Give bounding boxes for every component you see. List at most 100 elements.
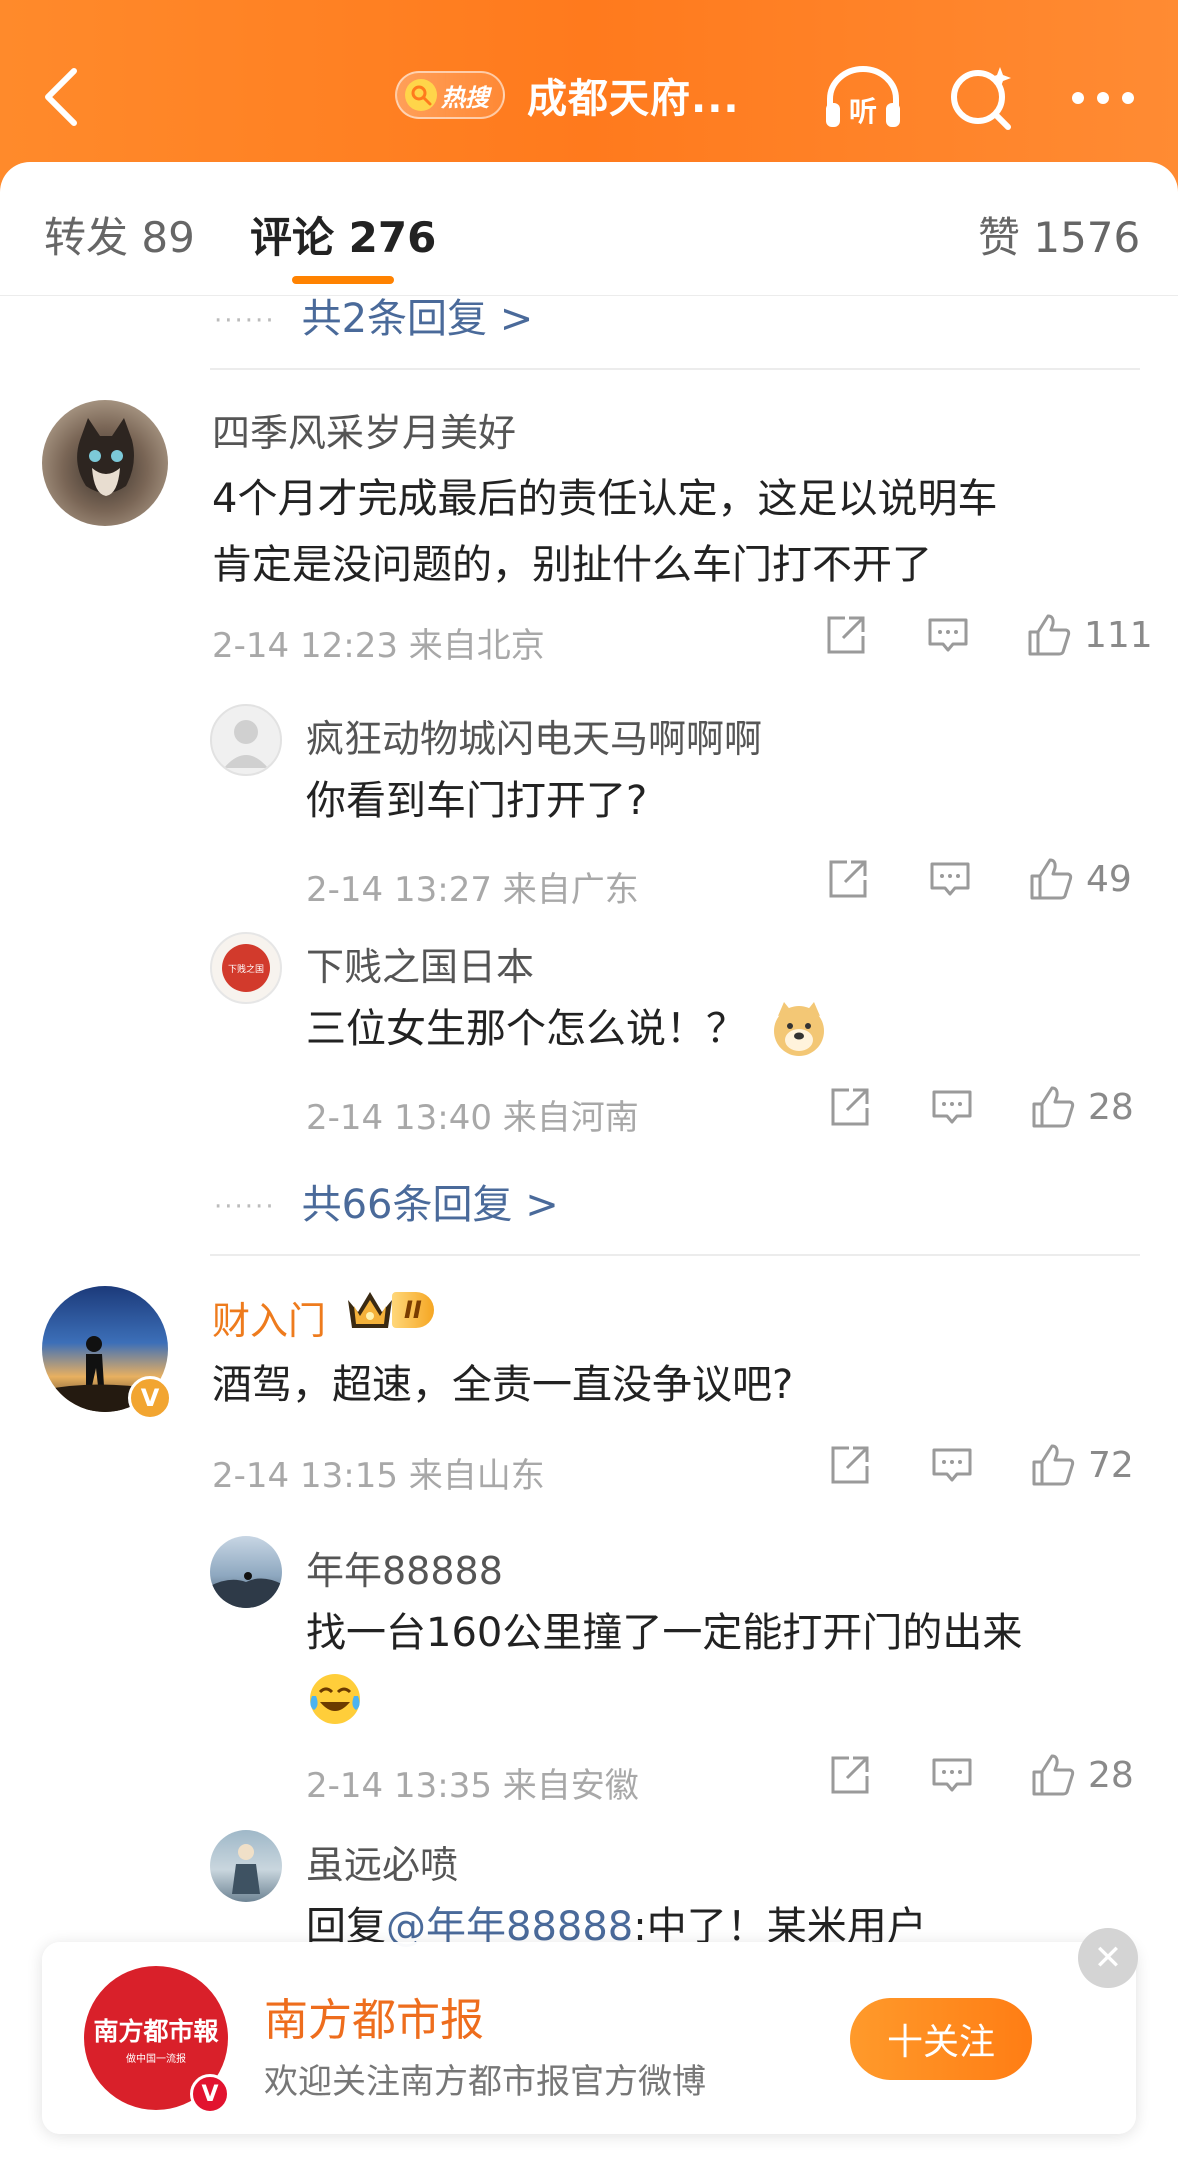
logo-text: 南方都市報	[93, 2016, 219, 2046]
reply-actions: 28	[826, 1752, 1134, 1798]
comment-text: 酒驾，超速，全责一直没争议吧?	[212, 1362, 794, 1408]
share-icon	[829, 860, 867, 898]
back-button[interactable]	[22, 52, 102, 142]
like-button[interactable]: 49	[1028, 856, 1132, 902]
reply-actions: 49	[824, 856, 1132, 902]
dots-decoration: ······	[214, 306, 276, 336]
hot-search-badge: 热搜	[395, 71, 505, 119]
search-button[interactable]	[938, 58, 1028, 138]
avatar[interactable]	[210, 1536, 282, 1608]
share-button[interactable]	[822, 614, 870, 656]
account-name[interactable]: 南方都市报	[264, 1984, 484, 2048]
comment-text-line: 肯定是没问题的，别扯什么车门打不开了	[212, 542, 932, 588]
avatar[interactable]	[210, 1830, 282, 1902]
comment-actions: 72	[826, 1442, 1134, 1488]
reply-text: 找一台160公里撞了一定能打开门的出来	[306, 1600, 1022, 1748]
listen-icon: 听	[826, 66, 900, 128]
follow-button[interactable]: 十关注	[850, 1998, 1032, 2080]
comment-username[interactable]: 财入门	[212, 1290, 326, 1345]
share-button[interactable]	[826, 1444, 874, 1486]
figure-avatar-icon	[232, 1844, 260, 1894]
tab-repost[interactable]: 转发 89	[44, 204, 195, 265]
hot-search-title[interactable]: 热搜 成都天府...	[395, 66, 740, 124]
tab-likes[interactable]: 赞 1576	[978, 204, 1140, 265]
share-button[interactable]	[826, 1086, 874, 1128]
reply-username[interactable]: 年年88888	[306, 1540, 503, 1595]
page-title: 成都天府...	[527, 76, 740, 122]
comment-icon	[932, 1448, 972, 1482]
reply-button[interactable]	[928, 1086, 976, 1128]
share-icon	[831, 1446, 869, 1484]
comment-text: 4个月才完成最后的责任认定，这足以说明车 肯定是没问题的，别扯什么车门打不开了	[212, 466, 997, 598]
like-count: 28	[1088, 1086, 1134, 1128]
avatar[interactable]	[42, 400, 168, 526]
crown-icon	[348, 1292, 392, 1328]
reply-button[interactable]	[928, 1754, 976, 1796]
member-badge: II	[344, 1286, 434, 1334]
comment-text-line: 4个月才完成最后的责任认定，这足以说明车	[212, 476, 998, 522]
comment-icon	[928, 618, 968, 652]
reply-text: 三位女生那个怎么说！？	[306, 996, 828, 1062]
member-level: II	[392, 1292, 434, 1328]
view-replies-link[interactable]: ······ 共66条回复 >	[214, 1172, 559, 1230]
reply-actions: 28	[826, 1084, 1134, 1130]
like-count: 49	[1086, 858, 1132, 900]
divider	[210, 368, 1140, 370]
reply-button[interactable]	[928, 1444, 976, 1486]
dots-decoration: ······	[214, 1192, 276, 1222]
reply-text-content: 找一台160公里撞了一定能打开门的出来	[306, 1610, 1023, 1656]
cat-avatar-icon	[77, 418, 134, 496]
like-button[interactable]: 28	[1030, 1752, 1134, 1798]
avatar-badge: 下贱之国	[222, 944, 270, 992]
reply-username[interactable]: 下贱之国日本	[306, 936, 534, 991]
share-icon	[831, 1088, 869, 1126]
more-button[interactable]	[1058, 58, 1148, 138]
seascape-avatar-icon	[210, 1572, 282, 1608]
reply-button[interactable]	[924, 614, 972, 656]
tab-comments[interactable]: 评论 276	[250, 204, 436, 265]
comment-icon	[930, 862, 970, 896]
comment-meta: 2-14 12:23 来自北京	[212, 626, 545, 666]
like-button[interactable]: 111	[1026, 612, 1153, 658]
back-icon	[45, 68, 77, 126]
verified-badge-icon: V	[128, 1376, 172, 1420]
thumbs-up-icon	[1028, 614, 1071, 656]
thumbs-up-icon	[1032, 1444, 1075, 1486]
doge-emoji-icon	[774, 1002, 824, 1056]
search-sparkle-icon	[951, 67, 1011, 130]
like-count: 72	[1088, 1444, 1134, 1486]
verified-badge-icon: V	[190, 2074, 230, 2114]
like-button[interactable]: 72	[1030, 1442, 1134, 1488]
share-icon	[827, 616, 865, 654]
hot-search-label: 热搜	[441, 83, 489, 112]
default-avatar-icon	[224, 720, 268, 768]
follow-suggestion-card: 南方都市報 做中国一流报 V 南方都市报 欢迎关注南方都市报官方微博 十关注 ✕	[42, 1928, 1138, 2134]
like-count: 28	[1088, 1754, 1134, 1796]
reply-username[interactable]: 虽远必喷	[306, 1834, 458, 1889]
logo-subtext: 做中国一流报	[125, 2053, 186, 2065]
share-button[interactable]	[824, 858, 872, 900]
more-icon	[1072, 92, 1134, 104]
reply-text: 你看到车门打开了?	[306, 778, 648, 824]
close-button[interactable]: ✕	[1078, 1928, 1138, 1988]
listen-button[interactable]: 听	[818, 58, 908, 138]
laugh-cry-emoji-icon	[310, 1674, 360, 1724]
active-tab-indicator	[292, 276, 394, 284]
reply-username[interactable]: 疯狂动物城闪电天马啊啊啊	[306, 708, 762, 763]
avatar[interactable]	[210, 704, 282, 776]
like-button[interactable]: 28	[1030, 1084, 1134, 1130]
view-replies-link[interactable]: ······ 共2条回复 >	[214, 286, 533, 344]
avatar[interactable]: 下贱之国	[210, 932, 282, 1004]
thumbs-up-icon	[1032, 1086, 1075, 1128]
share-button[interactable]	[826, 1754, 874, 1796]
thumbs-up-icon	[1030, 858, 1073, 900]
view-replies-label: 共66条回复 >	[301, 1182, 559, 1228]
tab-bar: 转发 89 评论 276 赞 1576	[0, 162, 1178, 296]
comment-actions: 111	[822, 612, 1153, 658]
account-description: 欢迎关注南方都市报官方微博	[264, 2062, 706, 2102]
reply-button[interactable]	[926, 858, 974, 900]
comment-username[interactable]: 四季风采岁月美好	[212, 402, 516, 457]
reply-meta: 2-14 13:27 来自广东	[306, 870, 639, 910]
reply-meta: 2-14 13:35 来自安徽	[306, 1766, 639, 1806]
like-count: 111	[1084, 614, 1153, 656]
